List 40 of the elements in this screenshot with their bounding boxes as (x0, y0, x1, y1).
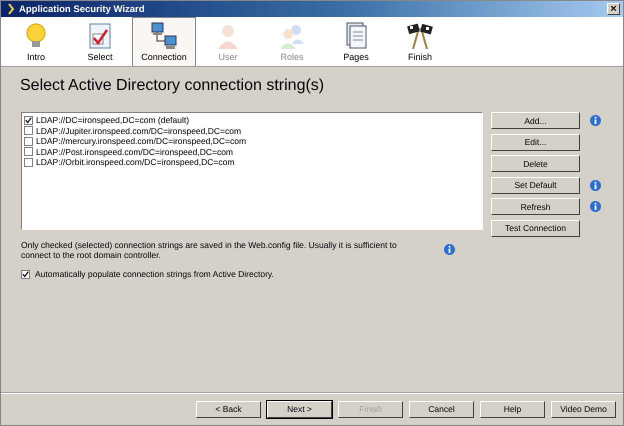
footer-button[interactable]: Video Demo (551, 400, 616, 418)
checkbox[interactable] (24, 158, 33, 167)
checkered-flags-icon (405, 22, 435, 50)
step-tab[interactable]: Pages (324, 17, 388, 66)
step-tab[interactable]: Select (68, 17, 132, 66)
footer-button[interactable]: Cancel (409, 400, 474, 418)
footer-button[interactable]: Help (480, 400, 545, 418)
side-button[interactable]: Set Default (491, 176, 580, 194)
checkbox-label[interactable]: Automatically populate connection strings from Active Directory. (35, 269, 274, 279)
checkbox[interactable] (24, 126, 33, 136)
connection-item[interactable]: LDAP://Jupiter.ironspeed.com/DC=ironspeed,DC=com (36, 126, 242, 136)
side-button[interactable]: Edit... (491, 134, 580, 151)
step-tab[interactable]: Connection (132, 17, 196, 66)
footer-button[interactable]: < Back (196, 400, 261, 418)
info-icon[interactable] (590, 115, 601, 126)
chevron-icon (7, 3, 15, 15)
info-icon[interactable] (444, 244, 455, 255)
step-tab[interactable]: Intro (4, 17, 68, 66)
note-text: Only checked (selected) connection strings are saved in the Web.config file. Usually it is sufficient to connect to the root domain controller. (21, 240, 398, 260)
side-button[interactable]: Add... (491, 112, 580, 130)
checkbox[interactable] (24, 147, 33, 156)
footer-button[interactable]: Next > (267, 400, 332, 418)
close-button[interactable]: × (607, 3, 620, 15)
connection-item[interactable]: LDAP://Orbit.ironspeed.com/DC=ironspeed,DC=com (36, 157, 234, 168)
checkbox[interactable] (24, 136, 33, 146)
connection-item[interactable]: LDAP://mercury.ironspeed.com/DC=ironspeed,DC=com (36, 136, 246, 146)
connection-item[interactable]: LDAP://DC=ironspeed,DC=com (default) (36, 115, 190, 126)
step-tab[interactable]: Finish (388, 17, 452, 66)
connection-item[interactable]: LDAP://Post.ironspeed.com/DC=ironspeed,DC=com (36, 146, 234, 157)
checkbox[interactable] (24, 116, 33, 125)
checkbox[interactable] (21, 270, 30, 278)
page-heading: Select Active Directory connection string(s) (20, 77, 326, 96)
window-title: Application Security Wizard (19, 4, 146, 14)
computers-icon (150, 22, 178, 50)
side-button[interactable]: Delete (491, 155, 580, 172)
info-icon[interactable] (590, 201, 601, 212)
side-button[interactable]: Refresh (491, 198, 580, 216)
side-button[interactable]: Test Connection (491, 220, 580, 237)
info-icon[interactable] (590, 180, 601, 191)
checklist-icon (87, 22, 113, 50)
